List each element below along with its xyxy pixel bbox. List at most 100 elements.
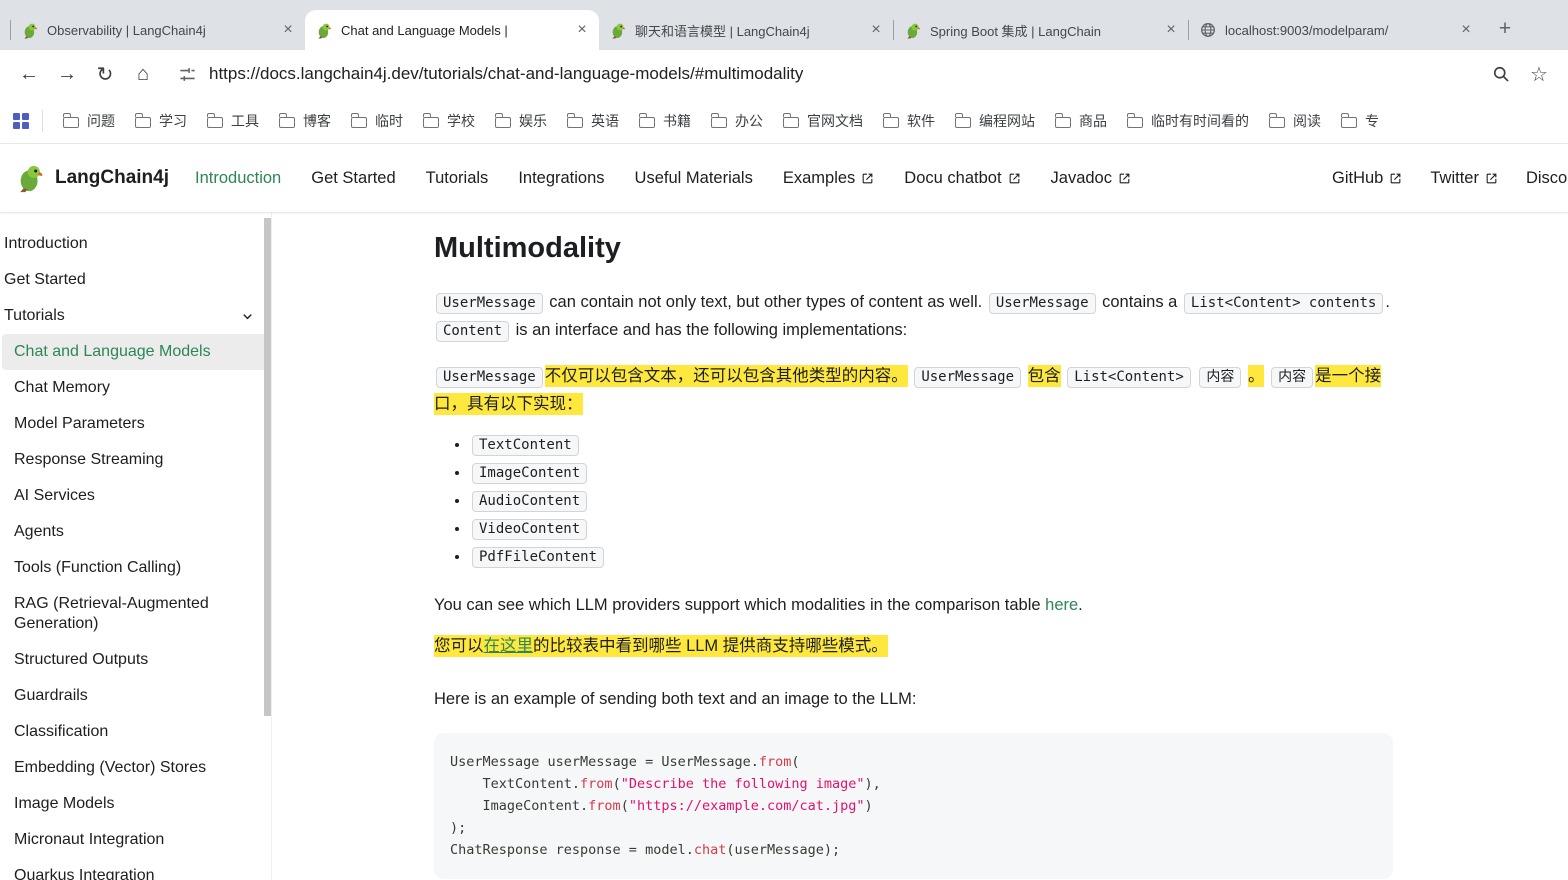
tab-title: Chat and Language Models | xyxy=(341,22,508,38)
folder-icon xyxy=(954,113,971,128)
nav-docu-chatbot[interactable]: Docu chatbot xyxy=(904,169,1020,188)
langchain4j-favicon xyxy=(610,22,627,39)
bookmark-folder[interactable]: 学校 xyxy=(413,105,485,137)
bookmark-label: 英语 xyxy=(591,112,619,129)
nav-twitter[interactable]: Twitter xyxy=(1430,169,1498,188)
zoom-icon[interactable] xyxy=(1485,58,1517,90)
bookmark-folder[interactable]: 专 xyxy=(1331,105,1389,137)
site-brand[interactable]: LangChain4j xyxy=(16,163,169,193)
brand-name: LangChain4j xyxy=(55,167,170,188)
list-item: TextContent xyxy=(470,435,1393,456)
folder-icon xyxy=(350,113,367,128)
code-token: chat xyxy=(693,842,727,858)
browser-tab-active[interactable]: Chat and Language Models | × xyxy=(305,10,599,50)
site-header: LangChain4j Introduction Get Started Tut… xyxy=(0,144,1568,212)
sidebar-item[interactable]: Model Parameters xyxy=(2,406,271,442)
inline-code: PdfFileContent xyxy=(472,547,605,568)
sidebar-item[interactable]: RAG (Retrieval-Augmented Generation) xyxy=(2,586,271,642)
external-link-icon xyxy=(1008,172,1021,185)
bookmark-folder[interactable]: 阅读 xyxy=(1259,105,1331,137)
doc-main: Multimodality UserMessage can contain no… xyxy=(272,212,1568,880)
sidebar-scrollbar[interactable] xyxy=(264,218,271,716)
address-bar[interactable]: https://docs.langchain4j.dev/tutorials/c… xyxy=(168,56,1476,92)
inline-code: ImageContent xyxy=(472,463,588,484)
nav-introduction[interactable]: Introduction xyxy=(195,169,281,188)
nav-label: Docu chatbot xyxy=(904,168,1002,187)
folder-icon xyxy=(1340,113,1357,128)
inline-code: UserMessage xyxy=(436,293,543,314)
nav-integrations[interactable]: Integrations xyxy=(518,169,604,188)
bookmark-folder[interactable]: 临时有时间看的 xyxy=(1117,105,1259,137)
sidebar-item[interactable]: Guardrails xyxy=(2,678,271,714)
list-item: AudioContent xyxy=(470,491,1393,512)
bookmark-folder[interactable]: 软件 xyxy=(873,105,945,137)
bookmark-folder[interactable]: 学习 xyxy=(125,105,197,137)
inline-code: List<Content> xyxy=(1067,367,1191,388)
bookmark-folder[interactable]: 问题 xyxy=(53,105,125,137)
tab-close-icon[interactable]: × xyxy=(1162,21,1180,39)
tab-close-icon[interactable]: × xyxy=(867,21,885,39)
code-token: ImageContent. xyxy=(450,798,589,814)
sidebar-item[interactable]: AI Services xyxy=(2,478,271,514)
code-line: UserMessage userMessage = UserMessage.fr… xyxy=(450,751,1377,773)
site-info-icon[interactable] xyxy=(178,65,197,84)
sidebar-item-get-started[interactable]: Get Started xyxy=(2,262,271,298)
new-tab-button[interactable]: + xyxy=(1491,16,1519,44)
bookmark-folder[interactable]: 工具 xyxy=(197,105,269,137)
back-icon[interactable]: ← xyxy=(13,58,45,90)
browser-tab[interactable]: Observability | LangChain4j × xyxy=(11,10,305,50)
sidebar-item[interactable]: Response Streaming xyxy=(2,442,271,478)
bookmark-folder[interactable]: 书籍 xyxy=(629,105,701,137)
bookmark-folder[interactable]: 编程网站 xyxy=(945,105,1045,137)
nav-get-started[interactable]: Get Started xyxy=(311,169,395,188)
nav-useful-materials[interactable]: Useful Materials xyxy=(635,169,753,188)
translated-text: 您可以 xyxy=(434,635,484,657)
browser-toolbar: ← → ↻ ⌂ https://docs.langchain4j.dev/tut… xyxy=(0,50,1568,98)
bookmark-star-icon[interactable]: ☆ xyxy=(1523,58,1555,90)
sidebar-item[interactable]: Chat Memory xyxy=(2,370,271,406)
url-text[interactable]: https://docs.langchain4j.dev/tutorials/c… xyxy=(209,64,803,84)
bookmark-folder[interactable]: 英语 xyxy=(557,105,629,137)
nav-discord[interactable]: Discord xyxy=(1526,169,1568,188)
comparison-table-link-zh[interactable]: 在这里 xyxy=(483,635,533,657)
nav-tutorials[interactable]: Tutorials xyxy=(426,169,489,188)
sidebar-item[interactable]: Structured Outputs xyxy=(2,642,271,678)
browser-tab[interactable]: localhost:9003/modelparam/ × xyxy=(1189,10,1483,50)
tab-close-icon[interactable]: × xyxy=(1457,21,1475,39)
nav-label: Examples xyxy=(782,168,856,187)
forward-icon[interactable]: → xyxy=(51,58,83,90)
bookmark-folder[interactable]: 娱乐 xyxy=(485,105,557,137)
paragraph-zh-1: UserMessage 不仅可以包含文本，还可以包含其他类型的内容。 UserMe… xyxy=(434,363,1393,418)
code-block: UserMessage userMessage = UserMessage.fr… xyxy=(434,733,1393,879)
bookmark-folder[interactable]: 商品 xyxy=(1045,105,1117,137)
sidebar-category-tutorials[interactable]: Tutorials xyxy=(2,298,271,334)
sidebar-item[interactable]: Image Models xyxy=(2,786,271,822)
reload-icon[interactable]: ↻ xyxy=(89,58,121,90)
text: is an interface and has the following im… xyxy=(511,321,908,339)
browser-tab[interactable]: 聊天和语言模型 | LangChain4j × xyxy=(599,10,893,50)
inline-code: Content xyxy=(436,321,510,342)
bookmark-label: 专 xyxy=(1365,112,1379,129)
browser-tab[interactable]: Spring Boot 集成 | LangChain × xyxy=(894,10,1188,50)
sidebar-item[interactable]: Tools (Function Calling) xyxy=(2,550,271,586)
comparison-table-link[interactable]: here xyxy=(1045,596,1078,614)
tab-close-icon[interactable]: × xyxy=(279,21,297,39)
sidebar-item-introduction[interactable]: Introduction xyxy=(2,226,271,262)
translated-text: 包含 xyxy=(1027,365,1061,387)
sidebar-item[interactable]: Embedding (Vector) Stores xyxy=(2,750,271,786)
sidebar-item-chat-and-language-models[interactable]: Chat and Language Models xyxy=(2,334,271,370)
bookmark-folder[interactable]: 临时 xyxy=(341,105,413,137)
nav-github[interactable]: GitHub xyxy=(1332,169,1402,188)
tab-close-icon[interactable]: × xyxy=(573,21,591,39)
sidebar-item[interactable]: Quarkus Integration xyxy=(2,858,271,880)
sidebar-item[interactable]: Micronaut Integration xyxy=(2,822,271,858)
bookmark-folder[interactable]: 办公 xyxy=(701,105,773,137)
home-icon[interactable]: ⌂ xyxy=(127,58,159,90)
nav-javadoc[interactable]: Javadoc xyxy=(1051,169,1131,188)
nav-examples[interactable]: Examples xyxy=(783,169,874,188)
apps-grid-icon[interactable] xyxy=(8,112,34,130)
bookmark-folder[interactable]: 博客 xyxy=(269,105,341,137)
bookmark-folder[interactable]: 官网文档 xyxy=(773,105,873,137)
sidebar-item[interactable]: Classification xyxy=(2,714,271,750)
sidebar-item[interactable]: Agents xyxy=(2,514,271,550)
